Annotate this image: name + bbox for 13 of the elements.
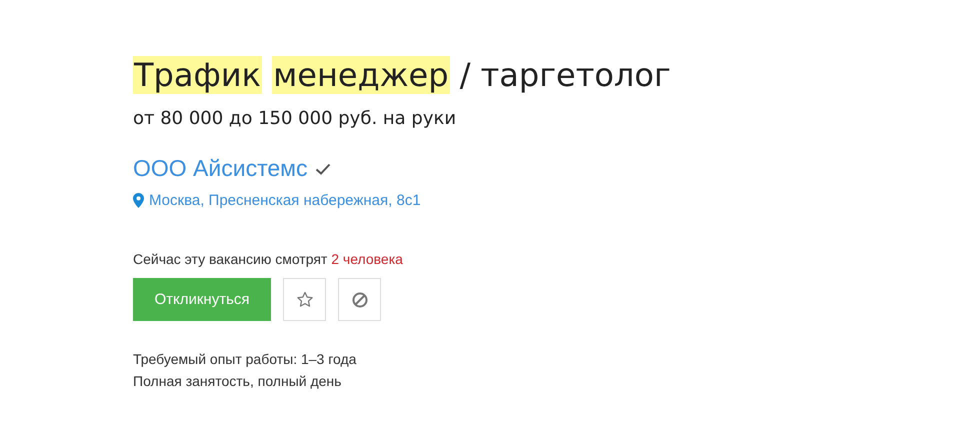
favorite-button[interactable] <box>283 278 326 321</box>
viewers-note: Сейчас эту вакансию смотрят 2 человека <box>133 251 403 267</box>
hide-button[interactable] <box>338 278 381 321</box>
detail-text: Полная занятость, полный день <box>133 373 342 389</box>
block-icon <box>352 292 368 308</box>
address-link[interactable]: Москва, Пресненская набережная, 8с1 <box>149 192 421 209</box>
apply-button[interactable]: Откликнуться <box>133 278 271 321</box>
company-link[interactable]: ООО Айсистемс <box>133 155 308 182</box>
salary-text: от 80 000 до 150 000 руб. на руки <box>133 108 456 129</box>
star-icon <box>296 290 314 308</box>
detail-text: Требуемый опыт работы: 1–3 года <box>133 351 356 367</box>
job-title: Трафик менеджер / таргетолог <box>133 55 671 96</box>
location-pin-icon <box>133 193 144 208</box>
